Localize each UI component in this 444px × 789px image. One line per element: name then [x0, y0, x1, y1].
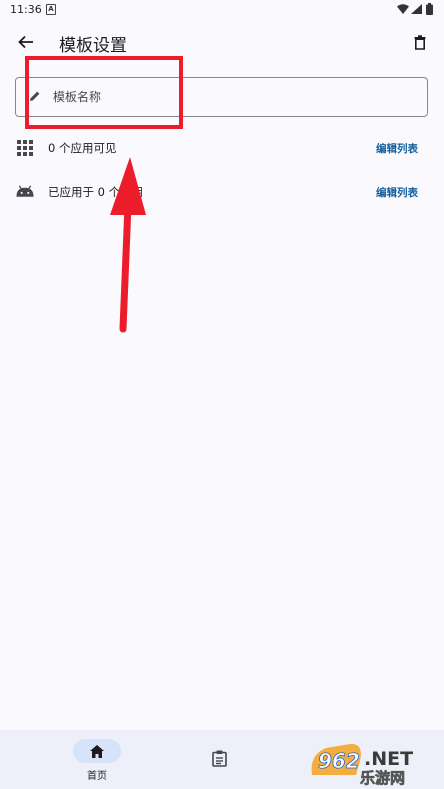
status-bar: 11:36 A [0, 0, 444, 20]
applied-apps-row[interactable]: 已应用于 0 个应用 编辑列表 [0, 175, 444, 209]
clipboard-icon [212, 750, 227, 767]
template-name-field[interactable] [15, 77, 428, 117]
nav-list[interactable] [212, 750, 232, 770]
apps-grid-icon [17, 140, 33, 156]
visible-apps-label: 0 个应用可见 [48, 141, 117, 155]
template-name-input[interactable] [53, 85, 413, 109]
signal-icon [411, 4, 422, 14]
nav-home[interactable]: 首页 [65, 730, 129, 789]
pencil-icon [30, 91, 40, 101]
edit-applied-list-link[interactable]: 编辑列表 [376, 185, 418, 200]
notification-icon: A [46, 4, 56, 15]
wifi-icon [397, 4, 409, 14]
applied-apps-label: 已应用于 0 个应用 [48, 185, 144, 199]
delete-button[interactable] [409, 31, 431, 53]
back-button[interactable] [14, 30, 38, 54]
trash-icon [414, 34, 426, 50]
home-icon [90, 744, 104, 758]
nav-home-label: 首页 [87, 771, 107, 782]
battery-icon [426, 3, 433, 15]
app-bar: 模板设置 [0, 20, 444, 64]
page-title: 模板设置 [59, 36, 127, 56]
arrow-left-icon [18, 35, 33, 49]
nav-home-indicator [73, 739, 121, 763]
edit-visible-list-link[interactable]: 编辑列表 [376, 141, 418, 156]
status-time: 11:36 [10, 3, 42, 16]
bottom-navigation: 首页 [0, 730, 444, 789]
visible-apps-row[interactable]: 0 个应用可见 编辑列表 [0, 131, 444, 165]
android-icon [16, 185, 34, 197]
